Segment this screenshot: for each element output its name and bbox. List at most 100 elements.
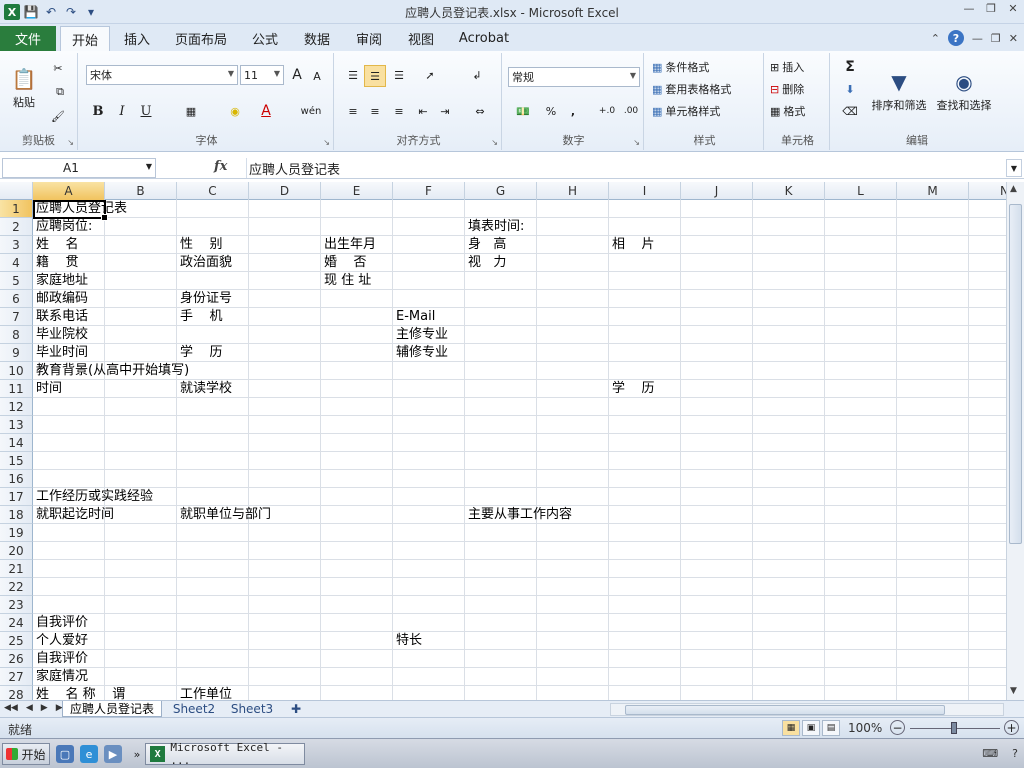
column-header-g[interactable]: G — [465, 182, 537, 200]
cell-a5[interactable]: 家庭地址 — [33, 272, 88, 290]
decrease-indent-icon[interactable]: ⇤ — [412, 101, 434, 121]
row-header-7[interactable]: 7 — [0, 308, 33, 326]
clipboard-launcher-icon[interactable]: ↘ — [67, 138, 74, 147]
zoom-level[interactable]: 100% — [848, 721, 882, 735]
row-header-24[interactable]: 24 — [0, 614, 33, 632]
select-all-corner[interactable] — [0, 182, 33, 200]
row-header-13[interactable]: 13 — [0, 416, 33, 434]
cell-a24[interactable]: 自我评价 — [33, 614, 88, 632]
column-header-m[interactable]: M — [897, 182, 969, 200]
sort-filter-button[interactable]: ▼ 排序和筛选 — [868, 57, 930, 123]
border-icon[interactable]: ▦ — [176, 101, 206, 121]
cell-i11[interactable]: 学 历 — [609, 380, 655, 398]
cell-a7[interactable]: 联系电话 — [33, 308, 88, 326]
row-header-9[interactable]: 9 — [0, 344, 33, 362]
row-header-21[interactable]: 21 — [0, 560, 33, 578]
row-header-4[interactable]: 4 — [0, 254, 33, 272]
clear-icon[interactable]: ⌫ — [838, 101, 862, 121]
cell-e4[interactable]: 婚 否 — [321, 254, 367, 272]
column-header-f[interactable]: F — [393, 182, 465, 200]
row-header-20[interactable]: 20 — [0, 542, 33, 560]
cell-c3[interactable]: 性 别 — [177, 236, 223, 254]
align-left-icon[interactable]: ≡ — [342, 101, 364, 121]
cell-c18[interactable]: 就职单位与部门 — [177, 506, 271, 524]
row-header-6[interactable]: 6 — [0, 290, 33, 308]
row-header-12[interactable]: 12 — [0, 398, 33, 416]
tab-acrobat[interactable]: Acrobat — [452, 26, 516, 51]
cell-g4[interactable]: 视 力 — [465, 254, 506, 272]
zoom-in-icon[interactable]: + — [1004, 720, 1019, 735]
cell-a6[interactable]: 邮政编码 — [33, 290, 88, 308]
increase-decimal-button[interactable]: +.0 — [596, 101, 618, 121]
insert-sheet-icon[interactable]: ✚ — [284, 701, 308, 717]
cell-a26[interactable]: 自我评价 — [33, 650, 88, 668]
tab-formulas[interactable]: 公式 — [244, 26, 286, 51]
font-launcher-icon[interactable]: ↘ — [323, 138, 330, 147]
sheet-tab-2[interactable]: Sheet2 — [168, 701, 220, 717]
wrap-text-icon[interactable]: ↲ — [466, 65, 488, 85]
taskbar-excel-button[interactable]: X Microsoft Excel - ... — [145, 741, 305, 767]
cell-styles-button[interactable]: ▦ 单元格样式 — [652, 101, 760, 121]
align-center-icon[interactable]: ≡ — [364, 101, 386, 121]
tab-view[interactable]: 视图 — [400, 26, 442, 51]
cell-f7[interactable]: E-Mail — [393, 308, 435, 326]
insert-cells-button[interactable]: ⊞ 插入 — [770, 57, 826, 77]
cell-a9[interactable]: 毕业时间 — [33, 344, 88, 362]
cell-g18[interactable]: 主要从事工作内容 — [465, 506, 572, 524]
vertical-scroll-thumb[interactable] — [1009, 204, 1022, 544]
row-header-10[interactable]: 10 — [0, 362, 33, 380]
increase-indent-icon[interactable]: ⇥ — [434, 101, 456, 121]
format-as-table-button[interactable]: ▦ 套用表格格式 — [652, 79, 764, 99]
prev-sheet-icon[interactable]: ◀ — [26, 703, 33, 713]
grow-font-button[interactable]: A — [288, 65, 306, 85]
find-select-button[interactable]: ◉ 查找和选择 — [932, 57, 996, 123]
shrink-font-button[interactable]: A — [308, 67, 326, 85]
font-size-combo[interactable]: 11 ▼ — [240, 65, 284, 85]
cell-g2[interactable]: 填表时间: — [465, 218, 524, 236]
cell-i3[interactable]: 相 片 — [609, 236, 655, 254]
next-sheet-icon[interactable]: ▶ — [41, 703, 48, 713]
row-header-3[interactable]: 3 — [0, 236, 33, 254]
currency-icon[interactable]: 💵 — [508, 101, 538, 121]
help-tray-icon[interactable]: ? — [1012, 747, 1018, 760]
number-launcher-icon[interactable]: ↘ — [633, 138, 640, 147]
normal-view-icon[interactable]: ▦ — [782, 720, 800, 736]
align-bottom-icon[interactable]: ☰ — [388, 65, 410, 85]
desktop-icon[interactable]: ▢ — [56, 745, 74, 763]
cell-a28[interactable]: 姓 名 称 谓 — [33, 686, 125, 700]
percent-button[interactable]: % — [542, 101, 560, 121]
zoom-slider-thumb[interactable] — [951, 722, 957, 734]
fill-color-icon[interactable]: ◉ — [220, 101, 250, 121]
page-layout-view-icon[interactable]: ▣ — [802, 720, 820, 736]
column-header-a[interactable]: A — [33, 182, 105, 200]
start-button[interactable]: 开始 — [2, 743, 50, 765]
format-cells-button[interactable]: ▦ 格式 — [770, 101, 826, 121]
cell-a27[interactable]: 家庭情况 — [33, 668, 88, 686]
doc-close-icon[interactable]: ✕ — [1009, 32, 1018, 45]
align-right-icon[interactable]: ≡ — [388, 101, 410, 121]
vertical-scrollbar[interactable]: ▲ ▼ — [1006, 182, 1024, 700]
cut-icon[interactable]: ✂ — [48, 59, 68, 77]
row-header-17[interactable]: 17 — [0, 488, 33, 506]
row-header-15[interactable]: 15 — [0, 452, 33, 470]
tab-home[interactable]: 开始 — [60, 26, 110, 51]
tab-review[interactable]: 审阅 — [348, 26, 390, 51]
row-header-14[interactable]: 14 — [0, 434, 33, 452]
format-painter-icon[interactable]: 🖌 — [48, 107, 68, 125]
doc-restore-icon[interactable]: ❐ — [991, 32, 1001, 45]
page-break-view-icon[interactable]: ▤ — [822, 720, 840, 736]
cell-a25[interactable]: 个人爱好 — [33, 632, 88, 650]
zoom-out-icon[interactable]: − — [890, 720, 905, 735]
alignment-launcher-icon[interactable]: ↘ — [491, 138, 498, 147]
cell-a10[interactable]: 教育背景(从高中开始填写) — [33, 362, 189, 380]
cell-f9[interactable]: 辅修专业 — [393, 344, 448, 362]
font-name-combo[interactable]: 宋体 ▼ — [86, 65, 238, 85]
tab-insert[interactable]: 插入 — [114, 26, 160, 51]
cell-f25[interactable]: 特长 — [393, 632, 422, 650]
column-header-i[interactable]: I — [609, 182, 681, 200]
cell-a4[interactable]: 籍 贯 — [33, 254, 79, 272]
bold-button[interactable]: B — [88, 101, 108, 121]
number-format-combo[interactable]: 常规 ▼ — [508, 67, 640, 87]
autosum-button[interactable]: Σ — [838, 57, 862, 77]
row-header-27[interactable]: 27 — [0, 668, 33, 686]
